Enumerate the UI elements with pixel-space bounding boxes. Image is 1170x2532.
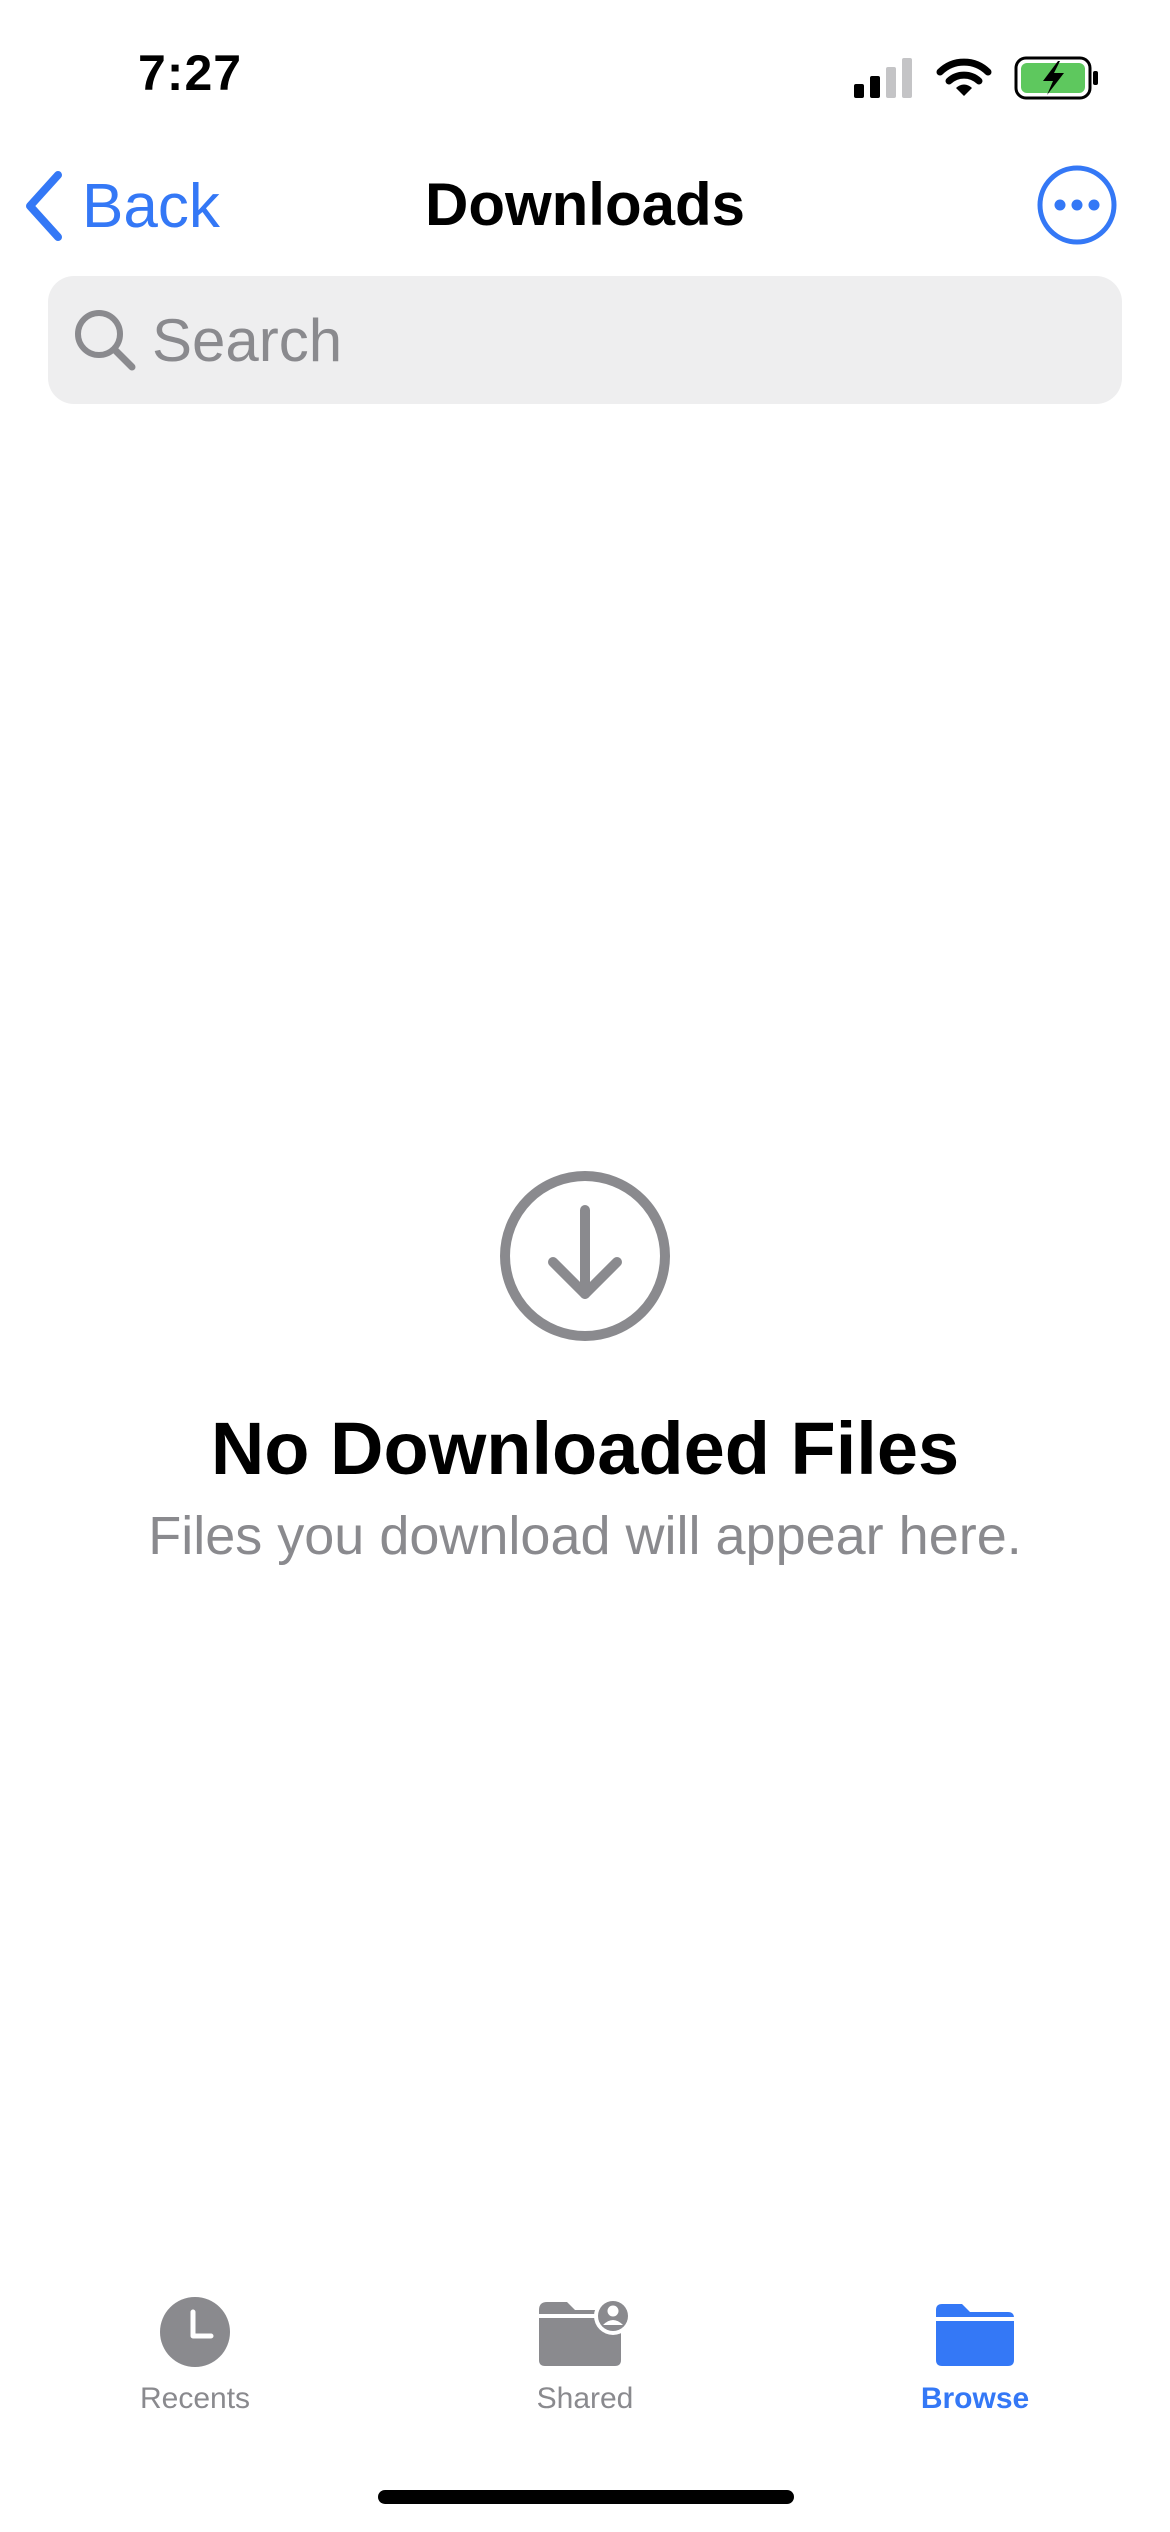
more-options-button[interactable]: [1036, 164, 1118, 246]
tab-browse[interactable]: Browse: [780, 2284, 1170, 2444]
battery-charging-icon: [1014, 56, 1100, 105]
tab-shared-label: Shared: [536, 2382, 634, 2415]
folder-icon: [934, 2284, 1016, 2368]
wifi-icon: [936, 58, 992, 103]
status-time: 7:27: [138, 45, 243, 101]
search-icon: [70, 305, 140, 375]
cellular-signal-icon: [854, 57, 914, 103]
empty-state-title: No Downloaded Files: [210, 1407, 960, 1490]
navigation-bar: Back Downloads: [0, 150, 1170, 260]
search-bar[interactable]: [48, 276, 1122, 404]
tab-browse-label: Browse: [920, 2382, 1030, 2415]
arrow-down-circle-icon: [500, 1171, 670, 1341]
page-title: Downloads: [424, 171, 745, 238]
tab-recents-label: Recents: [139, 2382, 251, 2415]
tab-recents[interactable]: Recents: [0, 2284, 390, 2444]
shared-folder-icon: [537, 2284, 633, 2368]
ellipsis-circle-icon: [1037, 165, 1117, 245]
home-indicator[interactable]: [378, 2490, 794, 2504]
search-input[interactable]: [150, 304, 1054, 376]
empty-state-subtitle: Files you download will appear here.: [148, 1506, 1022, 1566]
tab-bar: Recents Shared Browse: [0, 2284, 1170, 2444]
status-icons: [854, 56, 1100, 104]
empty-state: No Downloaded Files Files you download w…: [0, 1168, 1170, 1567]
status-bar: 7:27: [0, 0, 1170, 150]
tab-shared[interactable]: Shared: [390, 2284, 780, 2444]
clock-icon: [159, 2284, 231, 2368]
